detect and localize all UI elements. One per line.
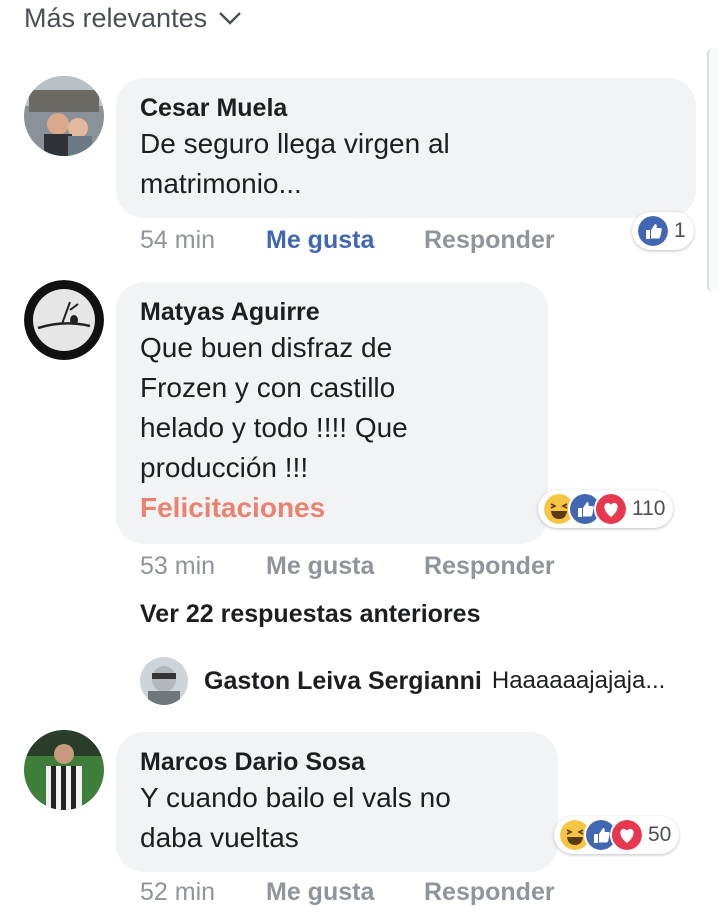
comment-time[interactable]: 53 min [140, 552, 215, 581]
comment-text-line: De seguro llega virgen al [140, 128, 450, 159]
love-icon [610, 818, 644, 852]
reaction-summary[interactable]: 1 [632, 212, 694, 250]
avatar-gaston-leiva[interactable] [140, 657, 188, 705]
reaction-count: 50 [648, 823, 672, 846]
felicitaciones-text: Felicitaciones [140, 492, 326, 523]
reply-preview[interactable]: Gaston Leiva Sergianni Haaaaaajajaja... [140, 656, 665, 706]
reaction-summary[interactable]: 110 [538, 490, 674, 528]
comment-actions: 52 min Me gusta Responder [140, 878, 640, 910]
comment-text-line: Frozen y con castillo [140, 372, 396, 403]
comment-text-line: Que buen disfraz de [140, 332, 393, 363]
reaction-count: 110 [632, 497, 666, 520]
avatar-matyas-aguirre[interactable] [24, 280, 104, 360]
comment-bubble[interactable]: Matyas Aguirre Que buen disfraz de Froze… [116, 282, 548, 544]
comment-text-line: helado y todo !!!! Que [140, 412, 408, 443]
reply-button[interactable]: Responder [424, 226, 555, 255]
avatar-marcos-dario-sosa[interactable] [24, 730, 104, 810]
comment-author[interactable]: Matyas Aguirre [140, 296, 524, 328]
reply-button[interactable]: Responder [424, 552, 555, 581]
comment-text-line: producción !!! [140, 452, 309, 483]
comment-time[interactable]: 54 min [140, 226, 215, 255]
comment-time[interactable]: 52 min [140, 878, 215, 907]
comment-text-line: matrimonio... [140, 168, 302, 199]
comment-bubble[interactable]: Marcos Dario Sosa Y cuando bailo el vals… [116, 732, 558, 872]
view-previous-replies-link[interactable]: Ver 22 respuestas anteriores [140, 600, 480, 629]
comment-bubble[interactable]: Cesar Muela De seguro llega virgen al ma… [116, 78, 696, 218]
like-button[interactable]: Me gusta [266, 552, 374, 581]
chevron-down-icon [219, 12, 241, 25]
sort-dropdown[interactable]: Más relevantes [24, 0, 243, 36]
love-icon [594, 492, 628, 526]
like-icon [636, 214, 670, 248]
like-button[interactable]: Me gusta [266, 878, 374, 907]
comment-text-line: Y cuando bailo el vals no [140, 782, 451, 813]
comment-actions: 54 min Me gusta Responder [140, 226, 640, 258]
comment-author[interactable]: Marcos Dario Sosa [140, 746, 534, 778]
reaction-summary[interactable]: 50 [554, 816, 680, 854]
comment-actions: 53 min Me gusta Responder [140, 552, 640, 584]
reaction-count: 1 [674, 219, 686, 242]
avatar-cesar-muela[interactable] [24, 76, 104, 156]
like-button[interactable]: Me gusta [266, 226, 374, 255]
reply-text: Haaaaaajajaja... [491, 667, 666, 694]
reply-author[interactable]: Gaston Leiva Sergianni [204, 667, 482, 696]
scrollbar[interactable] [707, 48, 719, 292]
reply-button[interactable]: Responder [424, 878, 555, 907]
comment-text-line: daba vueltas [140, 822, 299, 853]
sort-label: Más relevantes [24, 2, 208, 33]
comment-author[interactable]: Cesar Muela [140, 92, 672, 124]
